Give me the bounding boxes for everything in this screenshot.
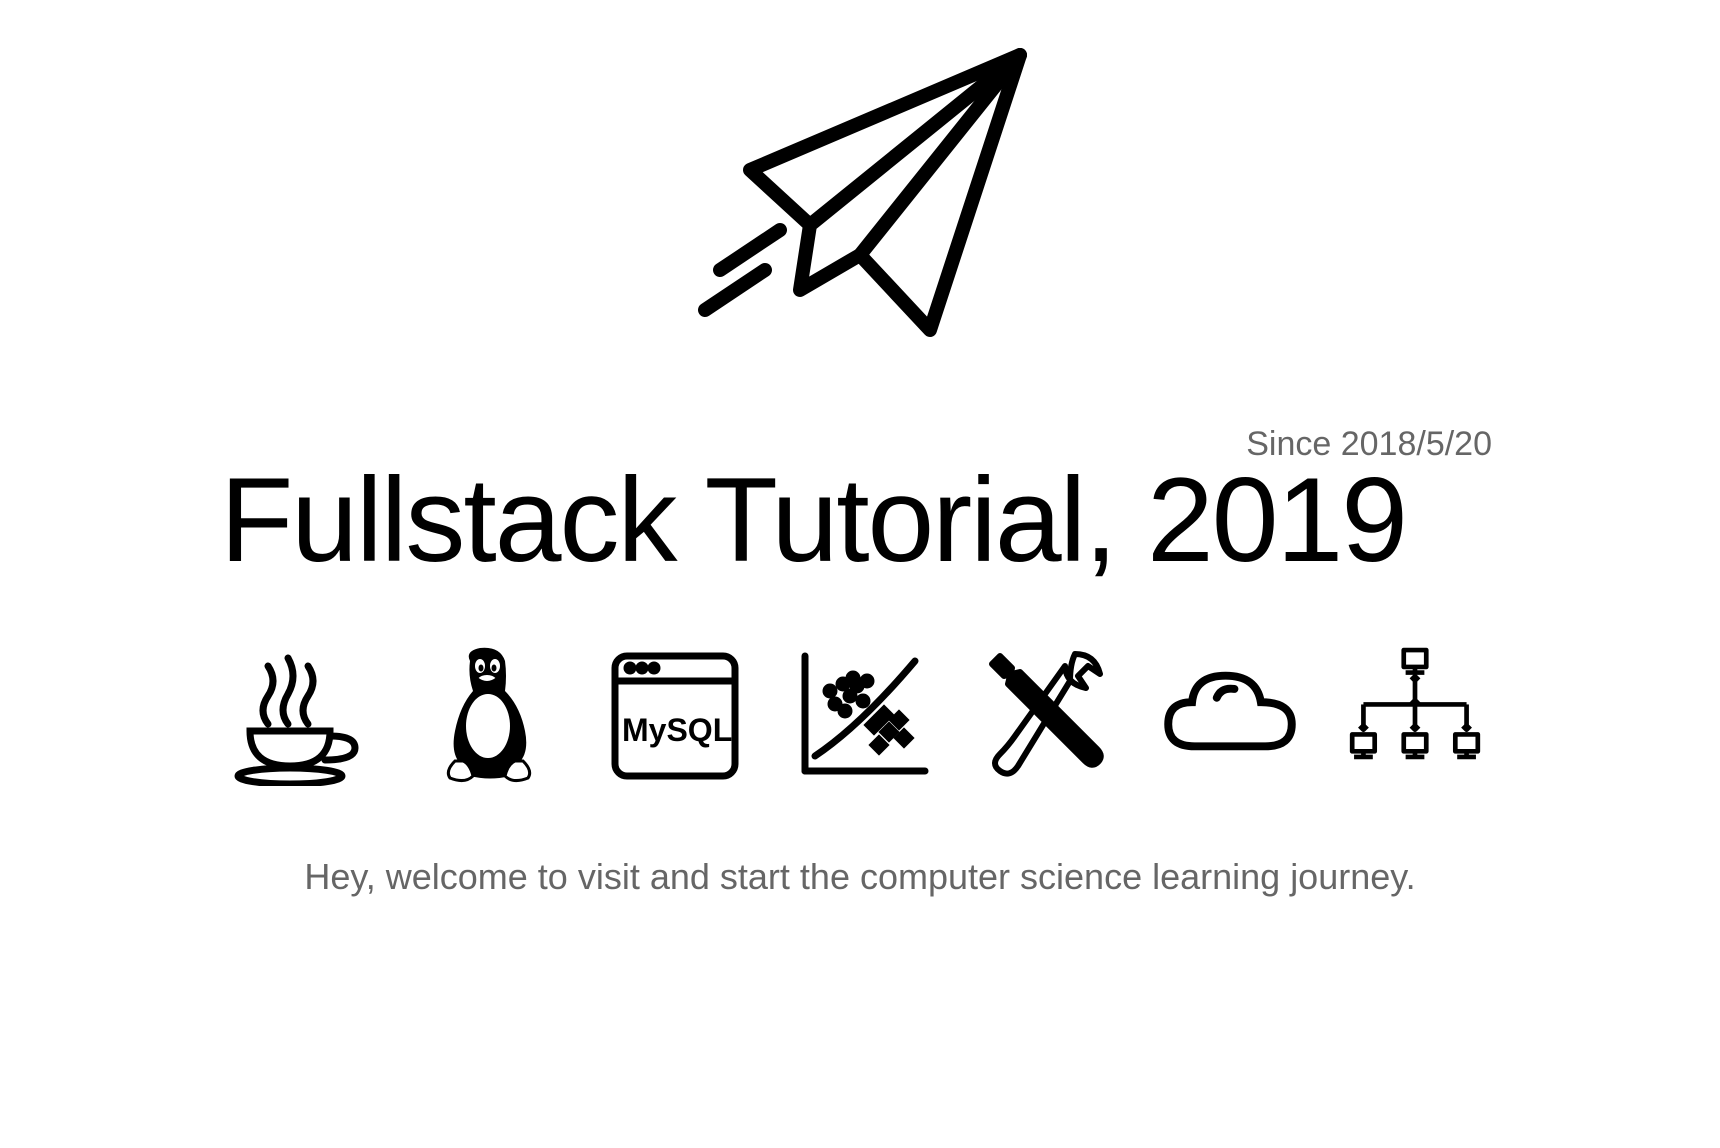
- welcome-message: Hey, welcome to visit and start the comp…: [220, 856, 1500, 898]
- mysql-label: MySQL: [622, 712, 732, 748]
- tools-icon: [970, 636, 1120, 786]
- network-topology-icon: [1340, 636, 1490, 786]
- java-coffee-icon: [230, 636, 380, 786]
- paper-plane-icon: [670, 30, 1050, 375]
- linux-penguin-icon: [415, 636, 565, 786]
- page-title: Fullstack Tutorial, 2019: [220, 454, 1500, 586]
- tech-icon-row: MySQL: [220, 636, 1500, 786]
- data-plot-icon: [785, 636, 935, 786]
- mysql-icon: MySQL: [600, 636, 750, 786]
- cloud-icon: [1155, 636, 1305, 786]
